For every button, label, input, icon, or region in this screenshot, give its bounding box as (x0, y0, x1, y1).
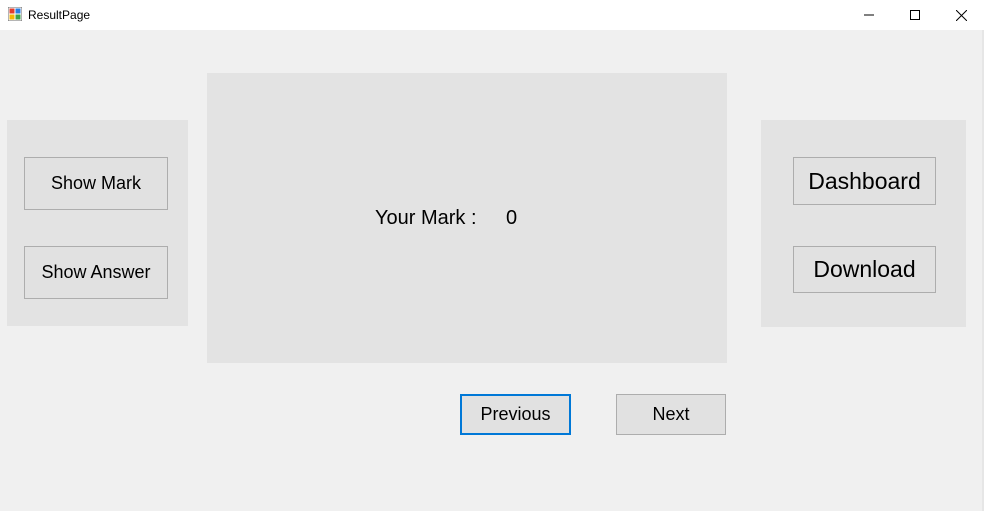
show-answer-button[interactable]: Show Answer (24, 246, 168, 299)
close-icon (955, 9, 967, 21)
right-panel (761, 120, 966, 327)
maximize-button[interactable] (892, 0, 938, 30)
previous-button[interactable]: Previous (460, 394, 571, 435)
download-button[interactable]: Download (793, 246, 936, 293)
next-button[interactable]: Next (616, 394, 726, 435)
title-bar: ResultPage (0, 0, 984, 30)
your-mark-label: Your Mark : (375, 207, 477, 229)
app-icon (7, 6, 23, 22)
minimize-icon (864, 14, 874, 16)
window-title: ResultPage (28, 8, 91, 22)
mark-value: 0 (506, 207, 518, 229)
close-button[interactable] (938, 0, 984, 30)
dashboard-button[interactable]: Dashboard (793, 157, 936, 205)
result-page-window: ResultPage Show Mark Show Answer Your Ma… (0, 0, 984, 511)
minimize-button[interactable] (846, 0, 892, 30)
show-mark-button[interactable]: Show Mark (24, 157, 168, 210)
maximize-icon (910, 10, 920, 20)
